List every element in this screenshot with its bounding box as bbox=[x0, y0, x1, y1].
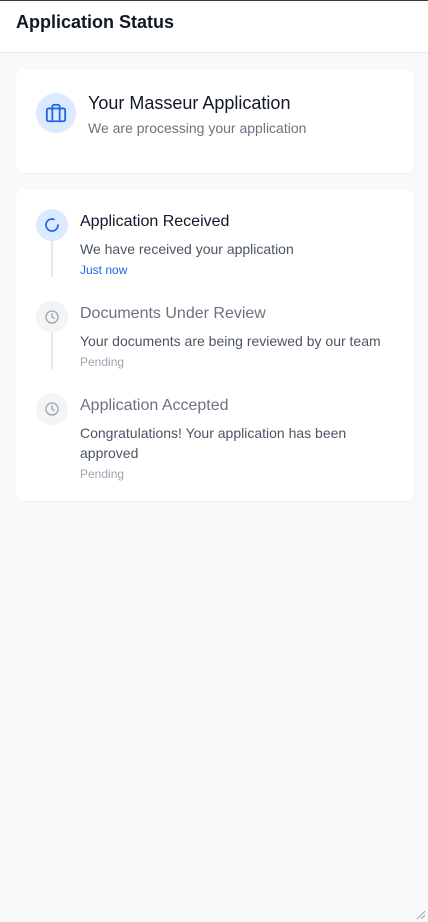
page-title: Application Status bbox=[16, 12, 175, 32]
resize-grip-icon[interactable] bbox=[414, 908, 426, 920]
timeline-step-application-received: Application Received We have received yo… bbox=[36, 209, 396, 301]
spinner-icon bbox=[45, 218, 59, 232]
timeline-step-documents-under-review: Documents Under Review Your documents ar… bbox=[36, 301, 396, 393]
clock-icon bbox=[45, 310, 59, 324]
briefcase-icon bbox=[45, 103, 67, 123]
step-description: Your documents are being reviewed by our… bbox=[80, 333, 381, 349]
timeline-connector bbox=[51, 333, 53, 369]
step-status-label: Pending bbox=[80, 467, 125, 481]
step-status-indicator bbox=[36, 393, 68, 425]
step-status-label: Pending bbox=[80, 355, 125, 369]
timeline-connector bbox=[51, 241, 53, 277]
application-title: Your Masseur Application bbox=[88, 93, 291, 113]
application-icon-badge bbox=[36, 93, 76, 133]
timeline-step-application-accepted: Application Accepted Congratulations! Yo… bbox=[36, 393, 396, 485]
status-timeline-card: Application Received We have received yo… bbox=[16, 189, 414, 501]
clock-icon bbox=[45, 402, 59, 416]
step-timestamp: Just now bbox=[80, 263, 128, 277]
step-title: Documents Under Review bbox=[80, 305, 266, 322]
application-status-page: Application Status Your Masseur Applicat… bbox=[0, 0, 428, 922]
step-status-indicator bbox=[36, 209, 68, 241]
step-description: We have received your application bbox=[80, 241, 294, 257]
application-summary-card: Your Masseur Application We are processi… bbox=[16, 69, 414, 173]
application-subtitle: We are processing your application bbox=[88, 120, 307, 136]
top-app-bar: Application Status bbox=[0, 0, 428, 53]
step-status-indicator bbox=[36, 301, 68, 333]
step-title: Application Accepted bbox=[80, 397, 229, 414]
step-title: Application Received bbox=[80, 213, 230, 230]
step-description: Congratulations! Your application has be… bbox=[80, 425, 347, 461]
